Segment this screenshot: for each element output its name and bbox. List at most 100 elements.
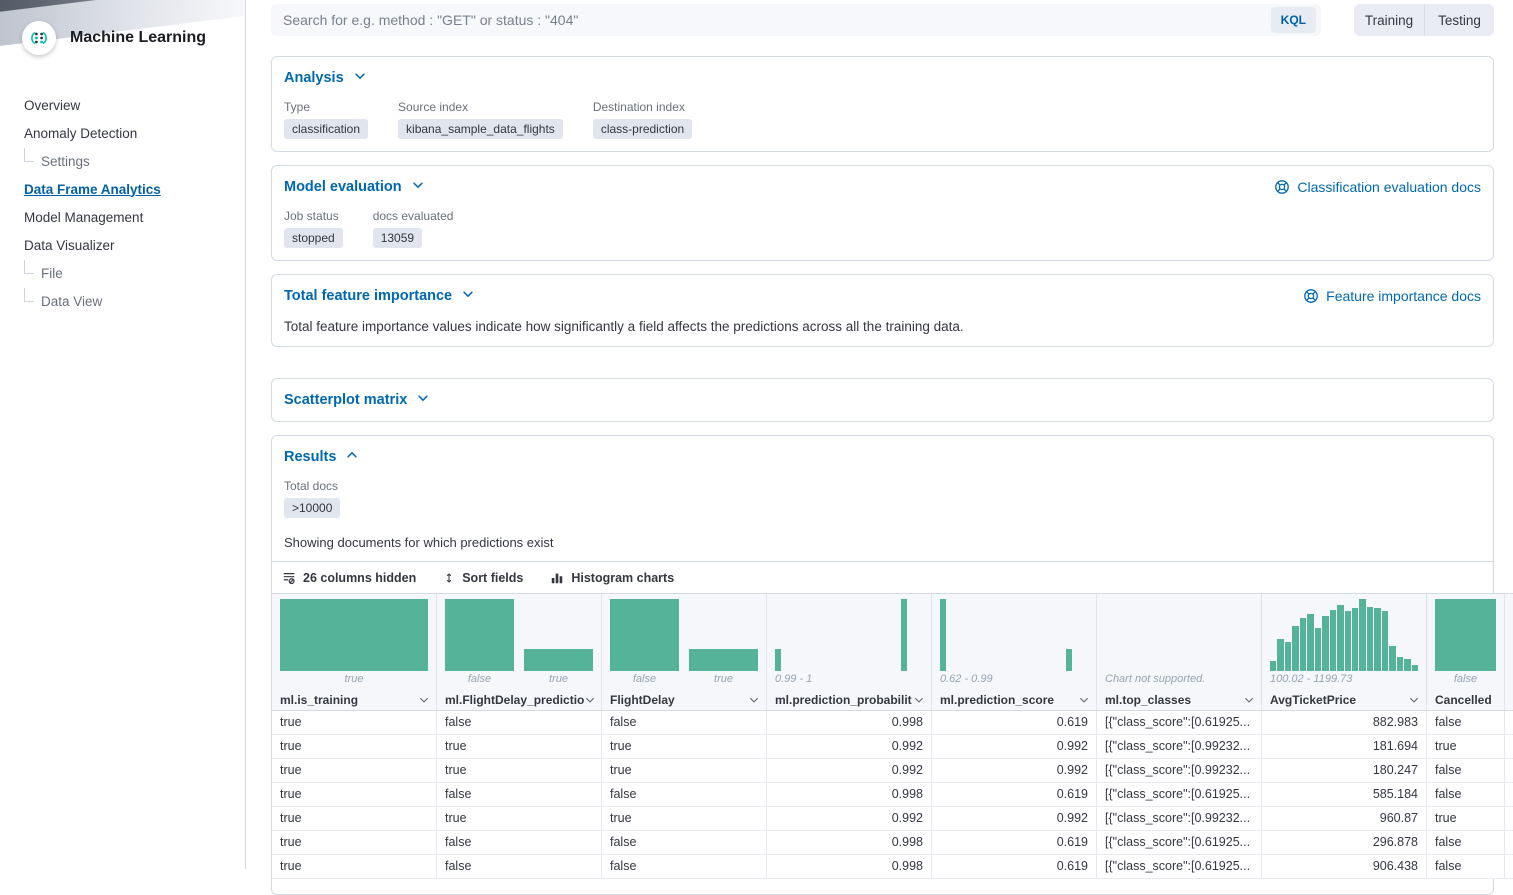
chevron-up-icon[interactable] — [345, 448, 359, 466]
cell-ml.prediction_score[interactable]: 0.992 — [932, 759, 1097, 782]
cell-FlightDelay[interactable]: true — [602, 759, 767, 782]
chevron-down-icon[interactable] — [584, 694, 596, 706]
sidebar-item-model-management[interactable]: Model Management — [24, 203, 245, 231]
chevron-down-icon[interactable] — [461, 287, 475, 305]
cell-AvgTicketPrice[interactable]: 906.438 — [1262, 855, 1427, 878]
cell-ml.is_training[interactable]: true — [272, 855, 437, 878]
column-title-AvgTicketPrice[interactable]: AvgTicketPrice — [1262, 689, 1426, 710]
kql-button[interactable]: KQL — [1271, 7, 1316, 33]
testing-button[interactable]: Testing — [1424, 4, 1494, 36]
cell-AvgTicketPrice[interactable]: 296.878 — [1262, 831, 1427, 854]
cell-ml.prediction_probabilit[interactable]: 0.998 — [767, 855, 932, 878]
results-section-toggle[interactable]: Results — [284, 448, 1481, 466]
cell-ml.prediction_probabilit[interactable]: 0.992 — [767, 807, 932, 830]
column-histogram-ml.FlightDelay_predictio — [437, 594, 601, 671]
column-title-FlightDelay[interactable]: FlightDelay — [602, 689, 766, 710]
model-evaluation-section-toggle[interactable]: Model evaluation — [284, 178, 425, 196]
cell-ml.FlightDelay_predictio[interactable]: false — [437, 831, 602, 854]
cell-ml.prediction_probabilit[interactable]: 0.998 — [767, 831, 932, 854]
sidebar-item-overview[interactable]: Overview — [24, 91, 245, 119]
cell-ml.top_classes[interactable]: [{"class_score":[0.61925... — [1097, 783, 1262, 806]
cell-ml.top_classes[interactable]: [{"class_score":[0.61925... — [1097, 855, 1262, 878]
sidebar-item-data-view[interactable]: Data View — [24, 287, 245, 315]
cell-Cancelled[interactable]: false — [1427, 855, 1505, 878]
cell-Cancelled[interactable]: false — [1427, 759, 1505, 782]
chevron-down-icon[interactable] — [411, 178, 425, 196]
cell-ml.top_classes[interactable]: [{"class_score":[0.99232... — [1097, 759, 1262, 782]
sidebar-item-anomaly-detection[interactable]: Anomaly Detection — [24, 119, 245, 147]
cell-ml.prediction_score[interactable]: 0.992 — [932, 735, 1097, 758]
cell-ml.is_training[interactable]: true — [272, 759, 437, 782]
cell-ml.FlightDelay_predictio[interactable]: false — [437, 711, 602, 734]
sidebar: Machine Learning OverviewAnomaly Detecti… — [0, 0, 246, 869]
search-input[interactable]: Search for e.g. method : "GET" or status… — [271, 4, 1321, 36]
cell-FlightDelay[interactable]: false — [602, 711, 767, 734]
cell-ml.prediction_score[interactable]: 0.992 — [932, 807, 1097, 830]
cell-ml.prediction_score[interactable]: 0.619 — [932, 783, 1097, 806]
feature-importance-section-toggle[interactable]: Total feature importance — [284, 287, 475, 305]
chevron-down-icon[interactable] — [1078, 694, 1090, 706]
chevron-down-icon[interactable] — [416, 391, 430, 409]
cell-ml.top_classes[interactable]: [{"class_score":[0.99232... — [1097, 807, 1262, 830]
chevron-down-icon[interactable] — [353, 69, 367, 87]
training-button[interactable]: Training — [1354, 4, 1424, 36]
cell-FlightDelay[interactable]: false — [602, 855, 767, 878]
cell-ml.prediction_score[interactable]: 0.619 — [932, 855, 1097, 878]
chevron-down-icon[interactable] — [418, 694, 430, 706]
cell-Cancelled[interactable]: false — [1427, 711, 1505, 734]
cell-AvgTicketPrice[interactable]: 960.87 — [1262, 807, 1427, 830]
feature-importance-docs-link[interactable]: Feature importance docs — [1303, 288, 1481, 304]
cell-FlightDelay[interactable]: true — [602, 735, 767, 758]
cell-ml.top_classes[interactable]: [{"class_score":[0.61925... — [1097, 711, 1262, 734]
cell-ml.FlightDelay_predictio[interactable]: true — [437, 807, 602, 830]
cell-ml.top_classes[interactable]: [{"class_score":[0.99232... — [1097, 735, 1262, 758]
cell-Cancelled[interactable]: true — [1427, 807, 1505, 830]
column-title-ml.prediction_probabilit[interactable]: ml.prediction_probabilit — [767, 689, 931, 710]
cell-ml.is_training[interactable]: true — [272, 711, 437, 734]
cell-ml.is_training[interactable]: true — [272, 783, 437, 806]
sidebar-item-settings[interactable]: Settings — [24, 147, 245, 175]
cell-ml.FlightDelay_predictio[interactable]: true — [437, 759, 602, 782]
scatterplot-section-toggle[interactable]: Scatterplot matrix — [284, 391, 430, 409]
column-title-ml.is_training[interactable]: ml.is_training — [272, 689, 436, 710]
cell-ml.prediction_score[interactable]: 0.619 — [932, 831, 1097, 854]
cell-Cancelled[interactable]: true — [1427, 735, 1505, 758]
analysis-section-toggle[interactable]: Analysis — [284, 69, 367, 87]
columns-hidden-button[interactable]: 26 columns hidden — [282, 571, 416, 585]
cell-AvgTicketPrice[interactable]: 585.184 — [1262, 783, 1427, 806]
chevron-down-icon[interactable] — [913, 694, 925, 706]
chevron-down-icon[interactable] — [748, 694, 760, 706]
cell-ml.prediction_score[interactable]: 0.619 — [932, 711, 1097, 734]
sidebar-item-data-visualizer[interactable]: Data Visualizer — [24, 231, 245, 259]
sidebar-item-data-frame-analytics[interactable]: Data Frame Analytics — [24, 175, 245, 203]
cell-ml.top_classes[interactable]: [{"class_score":[0.61925... — [1097, 831, 1262, 854]
classification-evaluation-docs-link[interactable]: Classification evaluation docs — [1274, 179, 1481, 195]
column-title-ml.top_classes[interactable]: ml.top_classes — [1097, 689, 1261, 710]
column-title-ml.prediction_score[interactable]: ml.prediction_score — [932, 689, 1096, 710]
cell-ml.is_training[interactable]: true — [272, 831, 437, 854]
cell-ml.is_training[interactable]: true — [272, 807, 437, 830]
cell-ml.prediction_probabilit[interactable]: 0.992 — [767, 735, 932, 758]
cell-ml.FlightDelay_predictio[interactable]: true — [437, 735, 602, 758]
cell-Cancelled[interactable]: false — [1427, 831, 1505, 854]
histogram-charts-button[interactable]: Histogram charts — [550, 571, 674, 585]
cell-ml.prediction_probabilit[interactable]: 0.992 — [767, 759, 932, 782]
cell-ml.FlightDelay_predictio[interactable]: false — [437, 783, 602, 806]
sort-fields-button[interactable]: Sort fields — [443, 571, 523, 585]
cell-ml.prediction_probabilit[interactable]: 0.998 — [767, 783, 932, 806]
sidebar-item-file[interactable]: File — [24, 259, 245, 287]
column-title-Cancelled[interactable]: Cancelled — [1427, 689, 1504, 710]
cell-FlightDelay[interactable]: false — [602, 831, 767, 854]
cell-AvgTicketPrice[interactable]: 882.983 — [1262, 711, 1427, 734]
column-title-ml.FlightDelay_predictio[interactable]: ml.FlightDelay_predictio — [437, 689, 601, 710]
cell-ml.FlightDelay_predictio[interactable]: false — [437, 855, 602, 878]
chevron-down-icon[interactable] — [1243, 694, 1255, 706]
cell-ml.is_training[interactable]: true — [272, 735, 437, 758]
cell-FlightDelay[interactable]: false — [602, 783, 767, 806]
cell-AvgTicketPrice[interactable]: 180.247 — [1262, 759, 1427, 782]
cell-ml.prediction_probabilit[interactable]: 0.998 — [767, 711, 932, 734]
cell-FlightDelay[interactable]: true — [602, 807, 767, 830]
cell-Cancelled[interactable]: false — [1427, 783, 1505, 806]
chevron-down-icon[interactable] — [1408, 694, 1420, 706]
cell-AvgTicketPrice[interactable]: 181.694 — [1262, 735, 1427, 758]
